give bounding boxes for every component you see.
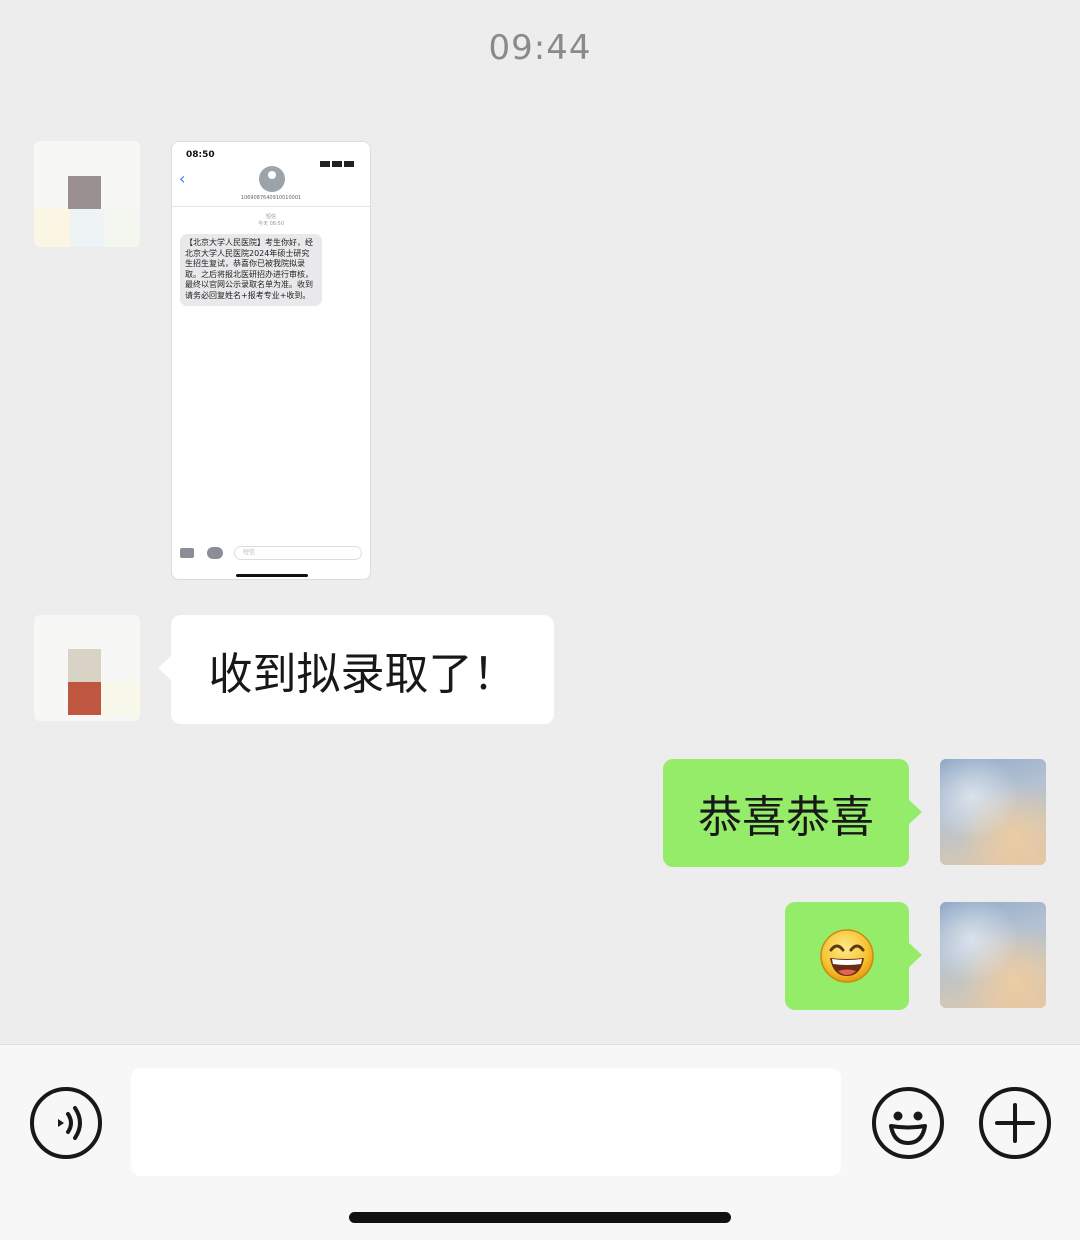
message-text: 收到拟录取了！ <box>208 648 517 700</box>
back-chevron-icon: ‹ <box>179 169 186 188</box>
voice-input-button[interactable] <box>30 1087 102 1159</box>
emoji-button[interactable] <box>872 1087 944 1159</box>
voice-icon <box>58 1106 82 1140</box>
my-avatar[interactable] <box>940 902 1046 1008</box>
more-options-button[interactable] <box>979 1087 1051 1159</box>
message-text: 恭喜恭喜 <box>698 792 874 843</box>
image-message-sms-screenshot[interactable]: 08:50 ‹ 1069087640910010001 短信 今天 08:50 … <box>171 141 371 580</box>
sent-message-bubble[interactable]: 恭喜恭喜 <box>663 759 922 867</box>
grinning-face-emoji <box>820 929 874 983</box>
contact-avatar[interactable] <box>34 615 140 721</box>
screenshot-status-time: 08:50 <box>186 150 215 160</box>
sent-emoji-bubble[interactable] <box>785 902 922 1010</box>
timestamp: 09:44 <box>488 28 592 68</box>
contact-person-icon <box>259 166 285 192</box>
sms-input: 短信 <box>234 546 362 560</box>
home-indicator <box>236 574 308 577</box>
contact-avatar[interactable] <box>34 141 140 247</box>
my-avatar[interactable] <box>940 759 1046 865</box>
plus-icon <box>995 1103 1035 1143</box>
signal-icon <box>318 152 358 167</box>
sender-number: 1069087640910010001 <box>240 195 302 201</box>
message-input[interactable] <box>131 1068 841 1176</box>
camera-icon <box>180 548 194 558</box>
home-indicator <box>349 1212 731 1223</box>
received-message-bubble[interactable]: 收到拟录取了！ <box>158 615 554 724</box>
smiley-icon <box>889 1111 927 1145</box>
app-store-icon <box>207 547 223 559</box>
sms-bubble: 【北京大学人民医院】考生你好，经北京大学人民医院2024年硕士研究生招生复试，恭… <box>180 234 322 306</box>
sms-date: 短信 今天 08:50 <box>258 214 284 227</box>
